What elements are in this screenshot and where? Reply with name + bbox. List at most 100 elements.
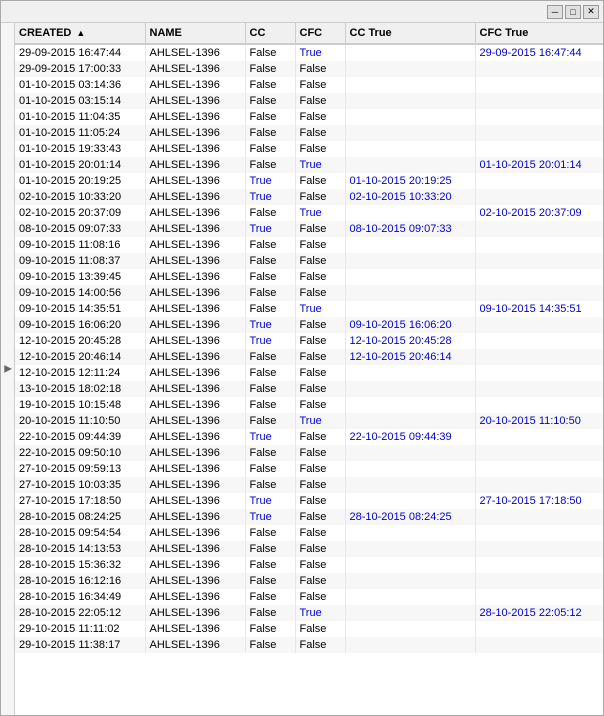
table-cell: AHLSEL-1396: [145, 125, 245, 141]
table-row[interactable]: 28-10-2015 15:36:32AHLSEL-1396FalseFalse: [15, 557, 603, 573]
table-cell: AHLSEL-1396: [145, 413, 245, 429]
table-row[interactable]: 19-10-2015 10:15:48AHLSEL-1396FalseFalse: [15, 397, 603, 413]
table-cell: False: [295, 541, 345, 557]
table-cell: False: [295, 461, 345, 477]
table-cell: [345, 301, 475, 317]
table-cell: 22-10-2015 09:44:39: [345, 429, 475, 445]
table-cell: 09-10-2015 11:08:16: [15, 237, 145, 253]
table-cell: AHLSEL-1396: [145, 173, 245, 189]
table-cell: AHLSEL-1396: [145, 573, 245, 589]
table-row[interactable]: 29-09-2015 17:00:33AHLSEL-1396FalseFalse: [15, 61, 603, 77]
table-cell: 20-10-2015 11:10:50: [15, 413, 145, 429]
table-container[interactable]: CREATED ▲ NAME CC CFC CC T: [15, 23, 603, 715]
table-cell: False: [245, 141, 295, 157]
table-row[interactable]: 09-10-2015 11:08:37AHLSEL-1396FalseFalse: [15, 253, 603, 269]
table-cell: [345, 573, 475, 589]
col-header-cctrue[interactable]: CC True: [345, 23, 475, 44]
table-row[interactable]: 27-10-2015 10:03:35AHLSEL-1396FalseFalse: [15, 477, 603, 493]
table-row[interactable]: 28-10-2015 14:13:53AHLSEL-1396FalseFalse: [15, 541, 603, 557]
table-cell: 28-10-2015 22:05:12: [15, 605, 145, 621]
table-cell: False: [245, 461, 295, 477]
table-cell: 29-09-2015 16:47:44: [15, 44, 145, 61]
table-row[interactable]: 01-10-2015 03:15:14AHLSEL-1396FalseFalse: [15, 93, 603, 109]
col-header-cfctrue[interactable]: CFC True: [475, 23, 603, 44]
table-cell: False: [245, 125, 295, 141]
table-row[interactable]: 27-10-2015 09:59:13AHLSEL-1396FalseFalse: [15, 461, 603, 477]
table-row[interactable]: 28-10-2015 16:34:49AHLSEL-1396FalseFalse: [15, 589, 603, 605]
table-row[interactable]: 01-10-2015 20:01:14AHLSEL-1396FalseTrue0…: [15, 157, 603, 173]
table-cell: [475, 637, 603, 653]
table-cell: False: [245, 269, 295, 285]
table-row[interactable]: 28-10-2015 16:12:16AHLSEL-1396FalseFalse: [15, 573, 603, 589]
table-cell: AHLSEL-1396: [145, 205, 245, 221]
table-cell: False: [295, 557, 345, 573]
table-row[interactable]: 01-10-2015 03:14:36AHLSEL-1396FalseFalse: [15, 77, 603, 93]
table-cell: 01-10-2015 11:05:24: [15, 125, 145, 141]
col-header-cc[interactable]: CC: [245, 23, 295, 44]
table-cell: 12-10-2015 12:11:24: [15, 365, 145, 381]
table-row[interactable]: 12-10-2015 20:46:14AHLSEL-1396FalseFalse…: [15, 349, 603, 365]
table-cell: 28-10-2015 08:24:25: [15, 509, 145, 525]
table-cell: 12-10-2015 20:45:28: [15, 333, 145, 349]
table-row[interactable]: 09-10-2015 16:06:20AHLSEL-1396TrueFalse0…: [15, 317, 603, 333]
table-cell: [475, 445, 603, 461]
table-cell: 01-10-2015 03:15:14: [15, 93, 145, 109]
table-row[interactable]: 01-10-2015 20:19:25AHLSEL-1396TrueFalse0…: [15, 173, 603, 189]
table-cell: 09-10-2015 16:06:20: [345, 317, 475, 333]
col-header-cfc[interactable]: CFC: [295, 23, 345, 44]
table-row[interactable]: 09-10-2015 14:35:51AHLSEL-1396FalseTrue0…: [15, 301, 603, 317]
col-header-name[interactable]: NAME: [145, 23, 245, 44]
table-cell: AHLSEL-1396: [145, 285, 245, 301]
table-cell: 28-10-2015 14:13:53: [15, 541, 145, 557]
table-cell: 13-10-2015 18:02:18: [15, 381, 145, 397]
table-cell: False: [295, 573, 345, 589]
table-row[interactable]: 27-10-2015 17:18:50AHLSEL-1396TrueFalse2…: [15, 493, 603, 509]
table-row[interactable]: 29-09-2015 16:47:44AHLSEL-1396FalseTrue2…: [15, 44, 603, 61]
table-cell: 12-10-2015 20:46:14: [15, 349, 145, 365]
table-cell: 02-10-2015 10:33:20: [345, 189, 475, 205]
table-cell: False: [295, 125, 345, 141]
table-row[interactable]: 09-10-2015 14:00:56AHLSEL-1396FalseFalse: [15, 285, 603, 301]
table-row[interactable]: 02-10-2015 20:37:09AHLSEL-1396FalseTrue0…: [15, 205, 603, 221]
header-row: CREATED ▲ NAME CC CFC CC T: [15, 23, 603, 44]
close-button[interactable]: ✕: [583, 5, 599, 19]
maximize-button[interactable]: □: [565, 5, 581, 19]
table-row[interactable]: 09-10-2015 13:39:45AHLSEL-1396FalseFalse: [15, 269, 603, 285]
table-row[interactable]: 12-10-2015 12:11:24AHLSEL-1396FalseFalse: [15, 365, 603, 381]
table-cell: [345, 493, 475, 509]
table-cell: [475, 61, 603, 77]
table-row[interactable]: 09-10-2015 11:08:16AHLSEL-1396FalseFalse: [15, 237, 603, 253]
table-row[interactable]: 08-10-2015 09:07:33AHLSEL-1396TrueFalse0…: [15, 221, 603, 237]
table-row[interactable]: 01-10-2015 11:04:35AHLSEL-1396FalseFalse: [15, 109, 603, 125]
table-cell: AHLSEL-1396: [145, 77, 245, 93]
minimize-button[interactable]: ─: [547, 5, 563, 19]
title-bar-buttons: ─ □ ✕: [547, 5, 599, 19]
table-row[interactable]: 12-10-2015 20:45:28AHLSEL-1396TrueFalse1…: [15, 333, 603, 349]
table-row[interactable]: 29-10-2015 11:11:02AHLSEL-1396FalseFalse: [15, 621, 603, 637]
col-header-created[interactable]: CREATED ▲: [15, 23, 145, 44]
table-row[interactable]: 22-10-2015 09:44:39AHLSEL-1396TrueFalse2…: [15, 429, 603, 445]
table-cell: True: [245, 221, 295, 237]
table-row[interactable]: 28-10-2015 09:54:54AHLSEL-1396FalseFalse: [15, 525, 603, 541]
table-row[interactable]: 28-10-2015 22:05:12AHLSEL-1396FalseTrue2…: [15, 605, 603, 621]
table-cell: AHLSEL-1396: [145, 141, 245, 157]
table-cell: AHLSEL-1396: [145, 237, 245, 253]
table-cell: [475, 333, 603, 349]
table-cell: [345, 413, 475, 429]
table-row[interactable]: 28-10-2015 08:24:25AHLSEL-1396TrueFalse2…: [15, 509, 603, 525]
table-row[interactable]: 20-10-2015 11:10:50AHLSEL-1396FalseTrue2…: [15, 413, 603, 429]
table-row[interactable]: 22-10-2015 09:50:10AHLSEL-1396FalseFalse: [15, 445, 603, 461]
table-cell: AHLSEL-1396: [145, 461, 245, 477]
table-row[interactable]: 01-10-2015 11:05:24AHLSEL-1396FalseFalse: [15, 125, 603, 141]
table-cell: False: [245, 381, 295, 397]
table-row[interactable]: 01-10-2015 19:33:43AHLSEL-1396FalseFalse: [15, 141, 603, 157]
table-cell: [345, 157, 475, 173]
table-row[interactable]: 29-10-2015 11:38:17AHLSEL-1396FalseFalse: [15, 637, 603, 653]
table-cell: [345, 61, 475, 77]
table-cell: [475, 77, 603, 93]
table-cell: AHLSEL-1396: [145, 429, 245, 445]
table-row[interactable]: 02-10-2015 10:33:20AHLSEL-1396TrueFalse0…: [15, 189, 603, 205]
table-cell: [475, 253, 603, 269]
table-row[interactable]: 13-10-2015 18:02:18AHLSEL-1396FalseFalse: [15, 381, 603, 397]
table-cell: AHLSEL-1396: [145, 541, 245, 557]
